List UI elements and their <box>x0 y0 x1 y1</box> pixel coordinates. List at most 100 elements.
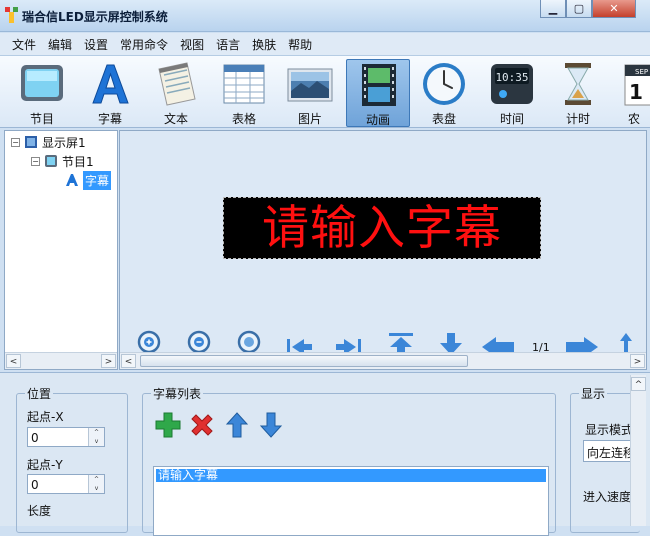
subtitle-list-group: 字幕列表 请输入字幕 <box>142 385 556 536</box>
toolbar-table-button[interactable]: 表格 <box>212 59 276 127</box>
menu-language[interactable]: 语言 <box>210 36 246 53</box>
scroll-thumb[interactable] <box>140 355 468 367</box>
title-bar: 瑞合信LED显示屏控制系统 ▁ ▢ ✕ <box>0 0 650 32</box>
move-down-icon[interactable] <box>436 327 466 355</box>
toolbar-time-label: 时间 <box>499 112 524 126</box>
calendar-icon: SEP 1 <box>624 64 650 106</box>
app-logo-icon <box>5 7 18 23</box>
close-button[interactable]: ✕ <box>592 0 636 18</box>
start-y-value: 0 <box>31 478 39 492</box>
subtitle-small-icon <box>66 174 78 186</box>
tree-expander[interactable]: − <box>31 156 40 166</box>
properties-vertical-scrollbar[interactable]: ^ <box>630 375 646 526</box>
menu-skin[interactable]: 换肤 <box>246 36 282 53</box>
table-icon <box>223 64 265 104</box>
first-page-icon[interactable] <box>284 327 314 355</box>
subtitle-icon <box>92 64 129 104</box>
start-x-label: 起点-X <box>27 410 64 424</box>
scroll-up-arrow[interactable]: ^ <box>631 377 646 391</box>
move-up-icon[interactable] <box>225 412 249 438</box>
display-group-title: 显示 <box>579 385 608 402</box>
zoom-out-icon[interactable] <box>186 327 214 355</box>
toolbar: 节目 字幕 文本 表格 图片 动画 表盘 10:35 时间 计时 SEP 1 农 <box>0 55 650 128</box>
tree-item-program-label: 节目1 <box>62 154 94 169</box>
time-icon: 10:35 <box>491 64 533 104</box>
led-subtitle-text: 请输入字幕 <box>262 200 502 256</box>
toolbar-lunar-label: 农 <box>628 112 641 126</box>
tree-item-subtitle[interactable]: 字幕 <box>65 170 112 190</box>
text-icon <box>158 62 196 106</box>
toolbar-timer-button[interactable]: 计时 <box>546 59 610 127</box>
length-label: 长度 <box>27 504 52 518</box>
toolbar-text-button[interactable]: 文本 <box>144 59 208 127</box>
clock-icon <box>423 63 465 105</box>
tree-horizontal-scrollbar[interactable]: < > <box>5 352 117 369</box>
preview-horizontal-scrollbar[interactable]: < > <box>120 352 646 369</box>
toolbar-program-button[interactable]: 节目 <box>10 59 74 127</box>
menu-settings[interactable]: 设置 <box>78 36 114 53</box>
position-group: 位置 起点-X 0 ^ v 起点-Y 0 ^ v 长度 <box>16 385 128 533</box>
spin-down-icon[interactable]: v <box>89 484 104 493</box>
tree-item-program[interactable]: − 节目1 <box>31 152 94 170</box>
scroll-right-arrow[interactable]: > <box>630 354 645 368</box>
toolbar-picture-button[interactable]: 图片 <box>278 59 342 127</box>
next-page-icon[interactable] <box>564 327 600 355</box>
scroll-right-arrow[interactable]: > <box>101 354 116 368</box>
spin-down-icon[interactable]: v <box>89 437 104 446</box>
menu-edit[interactable]: 编辑 <box>42 36 78 53</box>
calendar-month-text: SEP <box>635 68 648 76</box>
start-y-spinbox[interactable]: 0 ^ v <box>27 474 105 494</box>
time-display-text: 10:35 <box>495 71 528 84</box>
toolbar-time-button[interactable]: 10:35 时间 <box>480 59 544 127</box>
delete-icon[interactable] <box>189 412 215 438</box>
position-group-title: 位置 <box>25 385 54 402</box>
zoom-reset-icon[interactable] <box>236 327 264 355</box>
tree-item-screen-label: 显示屏1 <box>42 135 86 150</box>
toolbar-program-label: 节目 <box>29 112 54 126</box>
animation-icon <box>362 64 396 106</box>
toolbar-clock-label: 表盘 <box>431 112 456 126</box>
hourglass-icon <box>565 63 591 105</box>
start-x-spinbox[interactable]: 0 ^ v <box>27 427 105 447</box>
list-item[interactable]: 请输入字幕 <box>156 469 546 482</box>
scroll-left-arrow[interactable]: < <box>121 354 136 368</box>
add-icon[interactable] <box>155 412 181 438</box>
menu-view[interactable]: 视图 <box>174 36 210 53</box>
tree-expander[interactable]: − <box>11 137 20 147</box>
preview-area: 请输入字幕 1/1 < > <box>119 130 647 370</box>
tree-item-screen[interactable]: − 显示屏1 <box>11 133 86 151</box>
toolbar-subtitle-button[interactable]: 字幕 <box>78 59 142 127</box>
picture-icon <box>287 68 333 102</box>
move-top-icon[interactable] <box>386 327 416 355</box>
last-page-icon[interactable] <box>334 327 364 355</box>
properties-panel: 位置 起点-X 0 ^ v 起点-Y 0 ^ v 长度 字幕列表 请输入字幕 显示 … <box>0 372 650 536</box>
program-icon <box>21 65 63 101</box>
menu-help[interactable]: 帮助 <box>282 36 318 53</box>
led-display-box[interactable]: 请输入字幕 <box>223 197 541 259</box>
menu-bar: 文件 编辑 设置 常用命令 视图 语言 换肤 帮助 <box>0 33 650 55</box>
toolbar-clock-button[interactable]: 表盘 <box>412 59 476 127</box>
move-down-icon[interactable] <box>259 412 283 438</box>
display-mode-select[interactable]: 向左连移 <box>583 440 633 462</box>
spin-up-icon[interactable]: ^ <box>89 428 104 437</box>
previous-page-icon[interactable] <box>480 327 516 355</box>
start-y-label: 起点-Y <box>27 458 63 472</box>
toolbar-picture-label: 图片 <box>297 112 322 126</box>
zoom-in-icon[interactable] <box>136 327 164 355</box>
toolbar-lunar-button[interactable]: SEP 1 农 <box>614 59 650 127</box>
scroll-left-arrow[interactable]: < <box>6 354 21 368</box>
program-tree: − 显示屏1 − 节目1 字幕 < > <box>4 130 118 370</box>
program-small-icon <box>45 155 57 167</box>
menu-common-commands[interactable]: 常用命令 <box>114 36 174 53</box>
more-tools-icon[interactable] <box>618 327 634 355</box>
toolbar-animation-button[interactable]: 动画 <box>346 59 410 127</box>
subtitle-list-title: 字幕列表 <box>151 385 204 402</box>
minimize-button[interactable]: ▁ <box>540 0 566 18</box>
menu-file[interactable]: 文件 <box>6 36 42 53</box>
toolbar-table-label: 表格 <box>231 112 256 126</box>
display-mode-label: 显示模式 <box>585 423 634 437</box>
toolbar-animation-label: 动画 <box>365 113 390 127</box>
maximize-button[interactable]: ▢ <box>566 0 592 18</box>
spin-up-icon[interactable]: ^ <box>89 475 104 484</box>
window-title: 瑞合信LED显示屏控制系统 <box>22 10 168 24</box>
